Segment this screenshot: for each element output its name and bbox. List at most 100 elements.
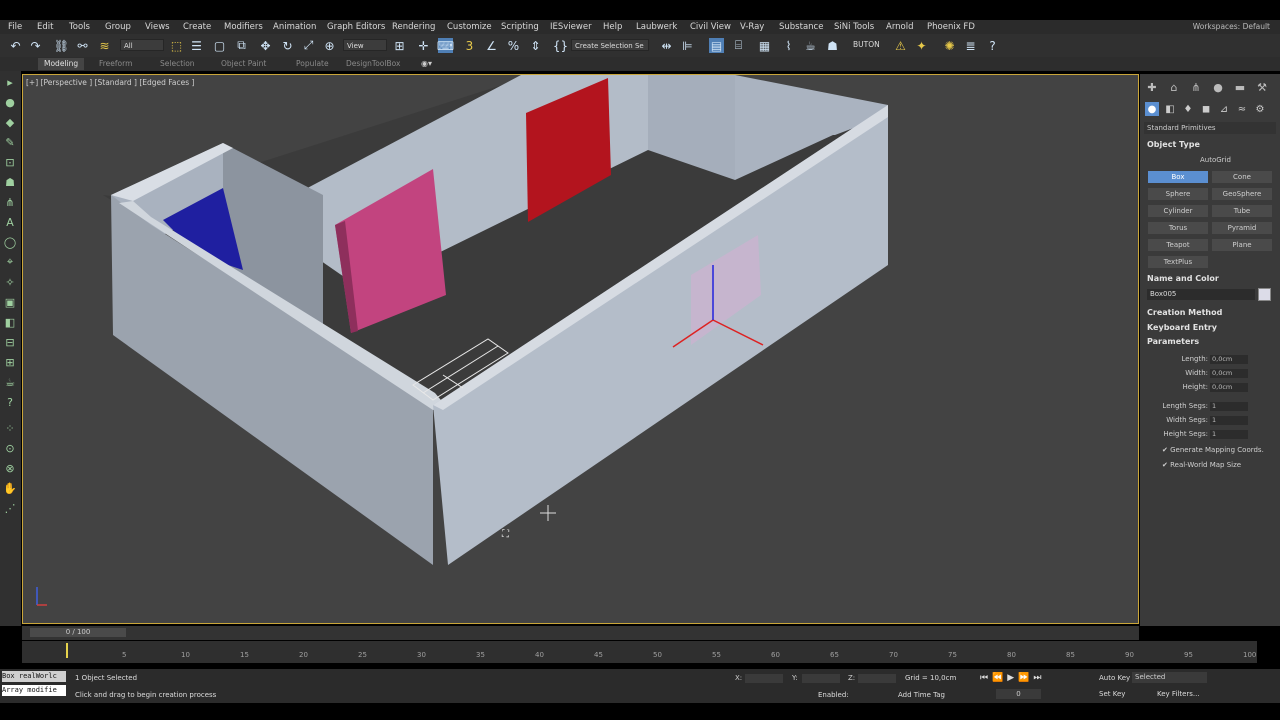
- menu-item-create[interactable]: Create: [183, 20, 211, 34]
- list-icon[interactable]: ≣: [963, 38, 978, 53]
- menu-item-laubwerk[interactable]: Laubwerk: [636, 20, 677, 34]
- menu-item-file[interactable]: File: [8, 20, 22, 34]
- parameters-title[interactable]: Parameters: [1147, 337, 1199, 346]
- param-spinner[interactable]: 0,0cm: [1210, 369, 1248, 378]
- primitive-button-sphere[interactable]: Sphere: [1148, 188, 1208, 200]
- keyboard-shortcut-toggle-icon[interactable]: ⌨: [437, 38, 454, 53]
- ribbon-tab-designtoolbox[interactable]: DesignToolBox: [340, 58, 406, 70]
- hierarchy-icon[interactable]: ⋔: [3, 195, 17, 209]
- hierarchy-tab-icon[interactable]: ⋔: [1189, 80, 1203, 94]
- text-icon[interactable]: A: [3, 215, 17, 229]
- buton-label[interactable]: BUTON: [853, 40, 880, 49]
- curve-editor-icon[interactable]: ⌇: [781, 38, 796, 53]
- pivot-center-icon[interactable]: ⊞: [392, 38, 407, 53]
- menu-item-customize[interactable]: Customize: [447, 20, 492, 34]
- snap-icon[interactable]: ▸: [3, 75, 17, 89]
- keyboard-entry-title[interactable]: Keyboard Entry: [1147, 323, 1217, 332]
- ribbon-toggle-icon[interactable]: ▦: [757, 38, 772, 53]
- lights-icon[interactable]: ♦: [1181, 102, 1195, 116]
- menu-item-v-ray[interactable]: V-Ray: [740, 20, 764, 34]
- snaps-toggle-icon[interactable]: 3: [462, 38, 477, 53]
- menu-item-help[interactable]: Help: [603, 20, 622, 34]
- sphere-icon[interactable]: ◯: [3, 235, 17, 249]
- geometry-icon[interactable]: ●: [1145, 102, 1159, 116]
- scale-icon[interactable]: ⤢: [301, 38, 316, 53]
- bulb-icon[interactable]: ●: [3, 95, 17, 109]
- creation-method-title[interactable]: Creation Method: [1147, 308, 1222, 317]
- named-selection-combo[interactable]: Create Selection Se: [571, 39, 649, 51]
- fov-icon[interactable]: ⋰: [3, 501, 17, 515]
- workspaces-label[interactable]: Workspaces: Default: [1193, 20, 1270, 34]
- set-key-button[interactable]: Set Key: [1099, 690, 1125, 698]
- scene-explorer-icon[interactable]: ▤: [709, 38, 724, 53]
- param-spinner[interactable]: 1: [1210, 402, 1248, 411]
- menu-item-graph-editors[interactable]: Graph Editors: [327, 20, 385, 34]
- primitive-button-geosphere[interactable]: GeoSphere: [1212, 188, 1272, 200]
- select-by-name-icon[interactable]: ☰: [189, 38, 204, 53]
- light-icon[interactable]: ✺: [942, 38, 957, 53]
- edit-named-selection-icon[interactable]: {}: [553, 38, 568, 53]
- time-slider-thumb[interactable]: 0 / 100: [30, 628, 126, 637]
- render-frame-icon[interactable]: ☗: [825, 38, 840, 53]
- orbit-icon[interactable]: ⊙: [3, 441, 17, 455]
- param-spinner[interactable]: 0,0cm: [1210, 355, 1248, 364]
- key-filters-button[interactable]: Key Filters...: [1157, 690, 1200, 698]
- person-icon[interactable]: ☗: [3, 175, 17, 189]
- help-icon[interactable]: ?: [985, 38, 1000, 53]
- menu-item-sini-tools[interactable]: SiNi Tools: [834, 20, 874, 34]
- add-time-tag[interactable]: Add Time Tag: [898, 691, 945, 699]
- key-mode-combo[interactable]: Selected: [1132, 672, 1207, 683]
- light-bulb-icon[interactable]: ✧: [3, 275, 17, 289]
- auto-key-button[interactable]: Auto Key: [1099, 674, 1130, 682]
- maxscript-listener-2[interactable]: Array modifie: [2, 685, 66, 696]
- maxscript-listener-1[interactable]: Box realWorlc: [2, 671, 66, 682]
- systems-icon[interactable]: ⚙: [1253, 102, 1267, 116]
- primitive-button-plane[interactable]: Plane: [1212, 239, 1272, 251]
- select-manipulate-icon[interactable]: ✛: [416, 38, 431, 53]
- param-spinner[interactable]: 1: [1210, 430, 1248, 439]
- render-setup-icon[interactable]: ☕: [803, 38, 818, 53]
- unlink-icon[interactable]: ⚯: [75, 38, 90, 53]
- teapot-icon[interactable]: ☕: [3, 375, 17, 389]
- percent-snap-icon[interactable]: %: [506, 38, 521, 53]
- modify-tab-icon[interactable]: ⌂: [1167, 80, 1181, 94]
- create-tab-icon[interactable]: ✚: [1145, 80, 1159, 94]
- primitive-button-textplus[interactable]: TextPlus: [1148, 256, 1208, 268]
- y-field[interactable]: [802, 674, 840, 683]
- menu-item-rendering[interactable]: Rendering: [392, 20, 435, 34]
- primitive-button-torus[interactable]: Torus: [1148, 222, 1208, 234]
- track-bar[interactable]: 5 10 15 20 25 30 35 40 45 50 55 60 65 70 75 80 85 90 95 100: [22, 641, 1257, 663]
- helpers-icon[interactable]: ⊿: [1217, 102, 1231, 116]
- perspective-viewport[interactable]: [+] [Perspective ] [Standard ] [Edged Fa…: [22, 74, 1139, 624]
- reference-coord-combo[interactable]: View: [343, 39, 387, 51]
- warning-icon[interactable]: ⚠: [893, 38, 908, 53]
- autogrid-checkbox[interactable]: AutoGrid: [1200, 156, 1231, 164]
- box-icon[interactable]: ▣: [3, 295, 17, 309]
- object-type-title[interactable]: Object Type: [1147, 140, 1200, 149]
- category-combo[interactable]: Standard Primitives: [1144, 122, 1276, 134]
- generate-mapping-checkbox[interactable]: ✔ Generate Mapping Coords.: [1162, 446, 1264, 454]
- pan-icon[interactable]: ✋: [3, 481, 17, 495]
- rotate-icon[interactable]: ↻: [280, 38, 295, 53]
- bind-spacewarp-icon[interactable]: ≋: [97, 38, 112, 53]
- window-crossing-icon[interactable]: ⧉: [234, 38, 249, 53]
- motion-tab-icon[interactable]: ●: [1211, 80, 1225, 94]
- primitive-button-teapot[interactable]: Teapot: [1148, 239, 1208, 251]
- menu-item-tools[interactable]: Tools: [69, 20, 90, 34]
- ribbon-tab-selection[interactable]: Selection: [154, 58, 201, 70]
- undo-icon[interactable]: ↶: [8, 38, 23, 53]
- layer-explorer-icon[interactable]: ⌸: [731, 38, 746, 53]
- menu-item-views[interactable]: Views: [145, 20, 170, 34]
- nav-dot-icon[interactable]: ⁘: [3, 421, 17, 435]
- move-icon[interactable]: ✥: [258, 38, 273, 53]
- question-icon[interactable]: ?: [3, 395, 17, 409]
- selection-filter-combo[interactable]: All: [120, 39, 164, 51]
- camera-icon[interactable]: ⌖: [3, 255, 17, 269]
- paint-icon[interactable]: ◆: [3, 115, 17, 129]
- utilities-tab-icon[interactable]: ⚒: [1255, 80, 1269, 94]
- display-tab-icon[interactable]: ▬: [1233, 80, 1247, 94]
- z-field[interactable]: [858, 674, 896, 683]
- primitive-button-box[interactable]: Box: [1148, 171, 1208, 183]
- primitive-button-tube[interactable]: Tube: [1212, 205, 1272, 217]
- layer-icon[interactable]: ◧: [3, 315, 17, 329]
